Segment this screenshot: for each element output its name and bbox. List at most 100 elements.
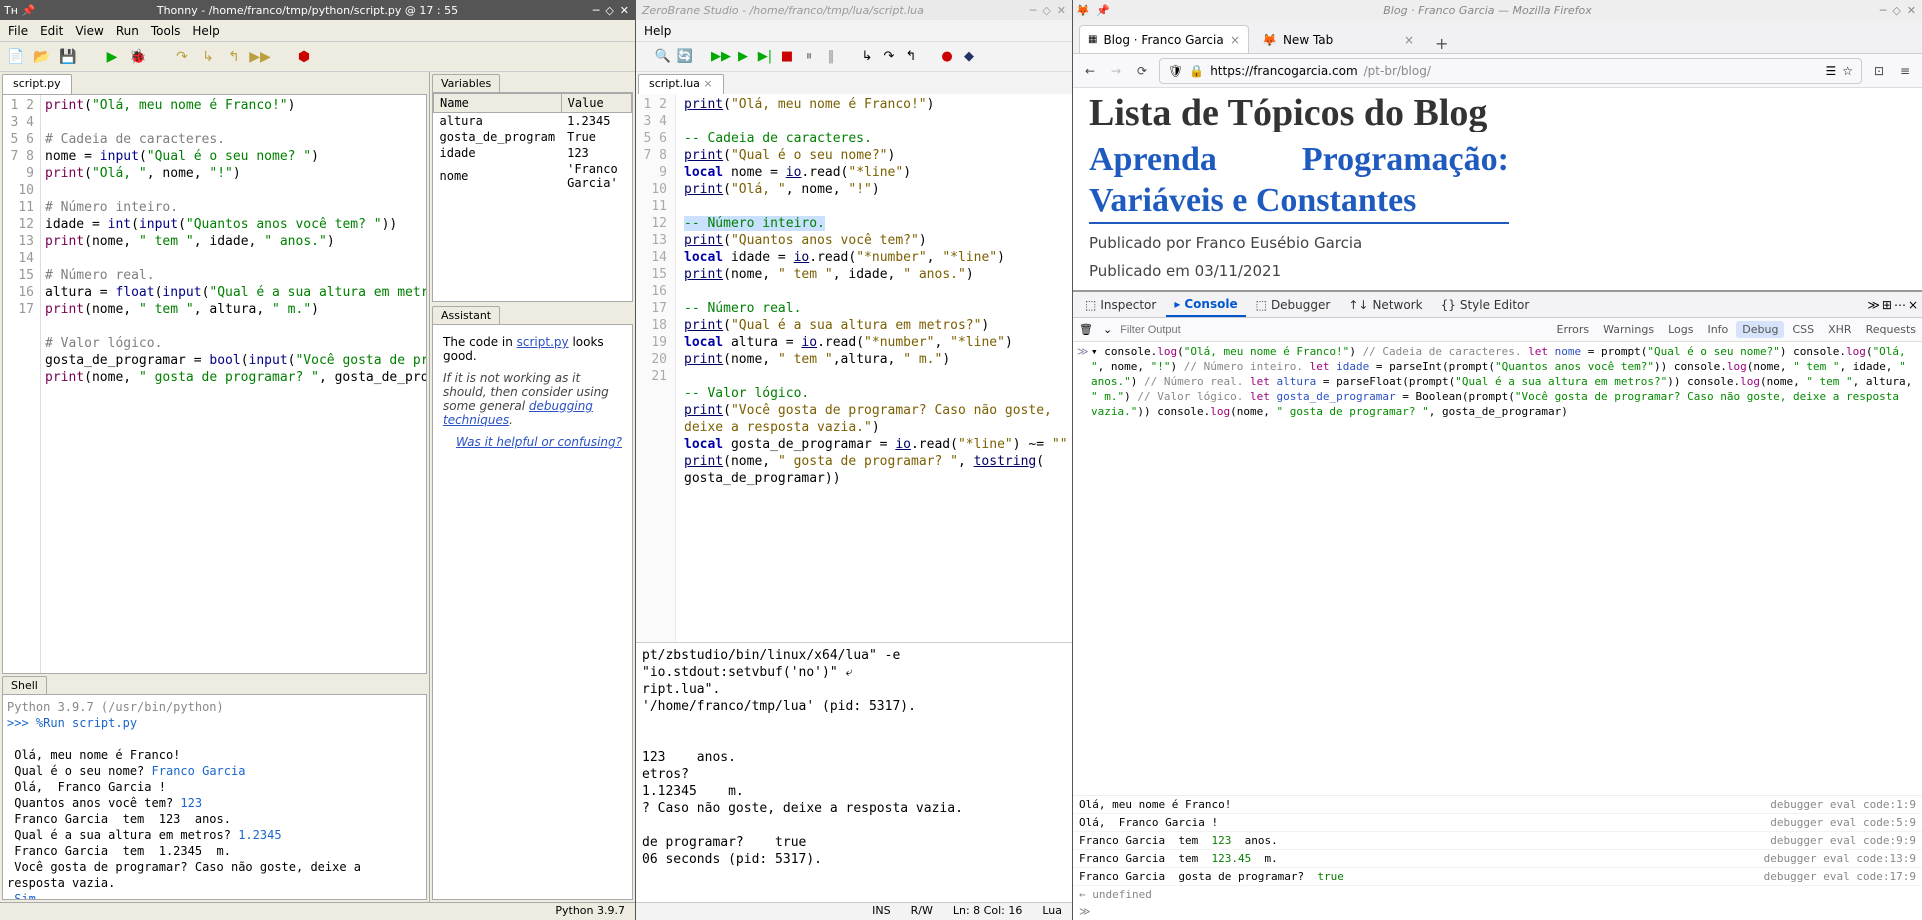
assistant-tab[interactable]: Assistant <box>432 306 500 324</box>
menu-help[interactable]: Help <box>644 24 671 38</box>
zbs-output[interactable]: pt/zbstudio/bin/linux/x64/lua" -e "io.st… <box>636 642 1072 902</box>
cat-xhr[interactable]: XHR <box>1822 321 1857 338</box>
assistant-script-link[interactable]: script.py <box>517 335 569 349</box>
lua-code[interactable]: print("Olá, meu nome é Franco!") -- Cade… <box>676 94 1072 642</box>
run-icon[interactable]: ▶ <box>102 47 122 67</box>
devtools-more-icon[interactable]: ≫ <box>1867 298 1880 312</box>
close-icon[interactable]: × <box>1404 33 1414 47</box>
cat-debug[interactable]: Debug <box>1736 321 1784 338</box>
cat-css[interactable]: CSS <box>1786 321 1820 338</box>
debug-run-icon[interactable]: ▶ <box>734 48 752 66</box>
lua-editor[interactable]: 1 2 3 4 5 6 7 8 9 10 11 12 13 14 15 16 1… <box>636 94 1072 642</box>
shell-tab[interactable]: Shell <box>2 676 47 694</box>
debug-icon[interactable]: 🐞 <box>128 47 148 67</box>
python-editor[interactable]: 1 2 3 4 5 6 7 8 9 10 11 12 13 14 15 16 1… <box>2 94 427 674</box>
save-file-icon[interactable]: 💾 <box>58 47 78 67</box>
url-bar[interactable]: 🛡 🔒 https://francogarcia.com/pt-br/blog/… <box>1159 58 1862 84</box>
close-icon[interactable]: × <box>703 77 712 90</box>
col-value[interactable]: Value <box>561 94 631 113</box>
maximize-button[interactable]: ◇ <box>1892 4 1900 17</box>
run-to-cursor-icon[interactable]: ▶| <box>756 48 774 66</box>
app-menu-button[interactable]: ≡ <box>1896 64 1914 78</box>
step-out-icon[interactable]: ↰ <box>224 47 244 67</box>
close-button[interactable]: ✕ <box>1907 4 1916 17</box>
menu-edit[interactable]: Edit <box>40 24 63 38</box>
col-name[interactable]: Name <box>434 94 562 113</box>
stop-icon[interactable]: ■ <box>778 48 796 66</box>
variables-tab[interactable]: Variables <box>432 74 500 92</box>
run-icon[interactable]: ▶▶ <box>712 48 730 66</box>
post-link[interactable]: Aprenda Programação:Variáveis e Constant… <box>1089 140 1509 224</box>
breakpoint-icon[interactable]: ● <box>938 48 956 66</box>
menu-view[interactable]: View <box>75 24 103 38</box>
downloads-icon[interactable]: ⊡ <box>1870 64 1888 78</box>
devtools-style-tab[interactable]: {} Style Editor <box>1433 294 1538 316</box>
bookmark-icon[interactable]: ☆ <box>1842 64 1853 78</box>
editor-code[interactable]: print("Olá, meu nome é Franco!") # Cadei… <box>41 95 426 673</box>
replace-icon[interactable]: 🔄 <box>676 48 694 66</box>
devtools-debugger-tab[interactable]: ⬚ Debugger <box>1248 294 1339 316</box>
new-tab-button[interactable]: + <box>1427 34 1456 53</box>
minimize-button[interactable]: ─ <box>1030 4 1037 17</box>
shell-output[interactable]: Python 3.9.7 (/usr/bin/python) >>> %Run … <box>2 694 427 900</box>
back-button[interactable]: ← <box>1081 64 1099 78</box>
tab-label: New Tab <box>1283 33 1333 47</box>
step-over-icon[interactable]: ↷ <box>880 48 898 66</box>
close-button[interactable]: ✕ <box>620 4 629 17</box>
fx-tab-blog[interactable]: ▦ Blog · Franco Garcia × <box>1079 25 1249 53</box>
post-title: Aprenda Programação:Variáveis e Constant… <box>1089 140 1906 224</box>
page-content[interactable]: Lista de Tópicos do Blog Aprenda Program… <box>1073 88 1922 290</box>
filter-input[interactable] <box>1116 324 1550 336</box>
zbs-tab-script[interactable]: script.lua × <box>638 74 724 94</box>
open-file-icon[interactable]: 📂 <box>32 47 52 67</box>
funnel-icon[interactable]: ⌄ <box>1099 323 1116 336</box>
devtools-inspector-tab[interactable]: ⬚ Inspector <box>1077 294 1164 316</box>
maximize-button[interactable]: ◇ <box>1042 4 1050 17</box>
new-file-icon[interactable]: 📄 <box>6 47 26 67</box>
console-prompt[interactable]: ≫ <box>1073 903 1922 920</box>
shield-icon[interactable]: 🛡 <box>1168 64 1183 78</box>
step-out-icon[interactable]: ↰ <box>902 48 920 66</box>
pin-icon[interactable]: 📌 <box>1093 4 1113 17</box>
reader-icon[interactable]: ☰ <box>1825 64 1836 78</box>
cat-logs[interactable]: Logs <box>1662 321 1699 338</box>
step-into-icon[interactable]: ↳ <box>198 47 218 67</box>
minimize-button[interactable]: ─ <box>593 4 600 17</box>
find-icon[interactable]: 🔍 <box>654 48 672 66</box>
menu-help[interactable]: Help <box>192 24 219 38</box>
close-button[interactable]: ✕ <box>1057 4 1066 17</box>
resume-icon[interactable]: ▶▶ <box>250 47 270 67</box>
editor-tab-script[interactable]: script.py <box>2 74 72 94</box>
maximize-button[interactable]: ◇ <box>605 4 613 17</box>
pause-icon[interactable]: ‖ <box>822 48 840 66</box>
devtools-console-tab[interactable]: ▸ Console <box>1166 293 1245 317</box>
devtools-iframe-icon[interactable]: ⊞ <box>1882 298 1892 312</box>
menu-run[interactable]: Run <box>116 24 139 38</box>
variables-table: NameValue altura1.2345 gosta_de_programT… <box>433 93 632 191</box>
break-icon[interactable]: ⏸ <box>800 48 818 66</box>
devtools-network-tab[interactable]: ↑↓ Network <box>1340 294 1430 316</box>
step-over-icon[interactable]: ↷ <box>172 47 192 67</box>
trash-icon[interactable]: 🗑 <box>1073 323 1099 336</box>
pin-icon[interactable]: 📌 <box>22 4 36 17</box>
console-back[interactable]: ← undefined <box>1073 886 1922 903</box>
cat-warnings[interactable]: Warnings <box>1597 321 1660 338</box>
close-icon[interactable]: × <box>1230 33 1240 47</box>
lock-icon[interactable]: 🔒 <box>1189 64 1204 78</box>
minimize-button[interactable]: ─ <box>1880 4 1887 17</box>
cat-info[interactable]: Info <box>1701 321 1734 338</box>
console-input-body[interactable]: ≫ ▾ console.log("Olá, meu nome é Franco!… <box>1073 342 1922 795</box>
devtools-close-icon[interactable]: × <box>1908 298 1918 312</box>
fx-tab-new[interactable]: 🦊 New Tab × <box>1253 25 1423 53</box>
forward-button[interactable]: → <box>1107 64 1125 78</box>
step-into-icon[interactable]: ↳ <box>858 48 876 66</box>
cat-errors[interactable]: Errors <box>1551 321 1596 338</box>
menu-file[interactable]: File <box>8 24 28 38</box>
devtools-settings-icon[interactable]: ⋯ <box>1894 298 1906 312</box>
cat-requests[interactable]: Requests <box>1860 321 1922 338</box>
menu-tools[interactable]: Tools <box>151 24 181 38</box>
assistant-feedback-link[interactable]: Was it helpful or confusing? <box>456 435 622 449</box>
stop-icon[interactable]: ⬢ <box>294 47 314 67</box>
reload-button[interactable]: ⟳ <box>1133 64 1151 78</box>
bookmark-icon[interactable]: ◆ <box>960 48 978 66</box>
